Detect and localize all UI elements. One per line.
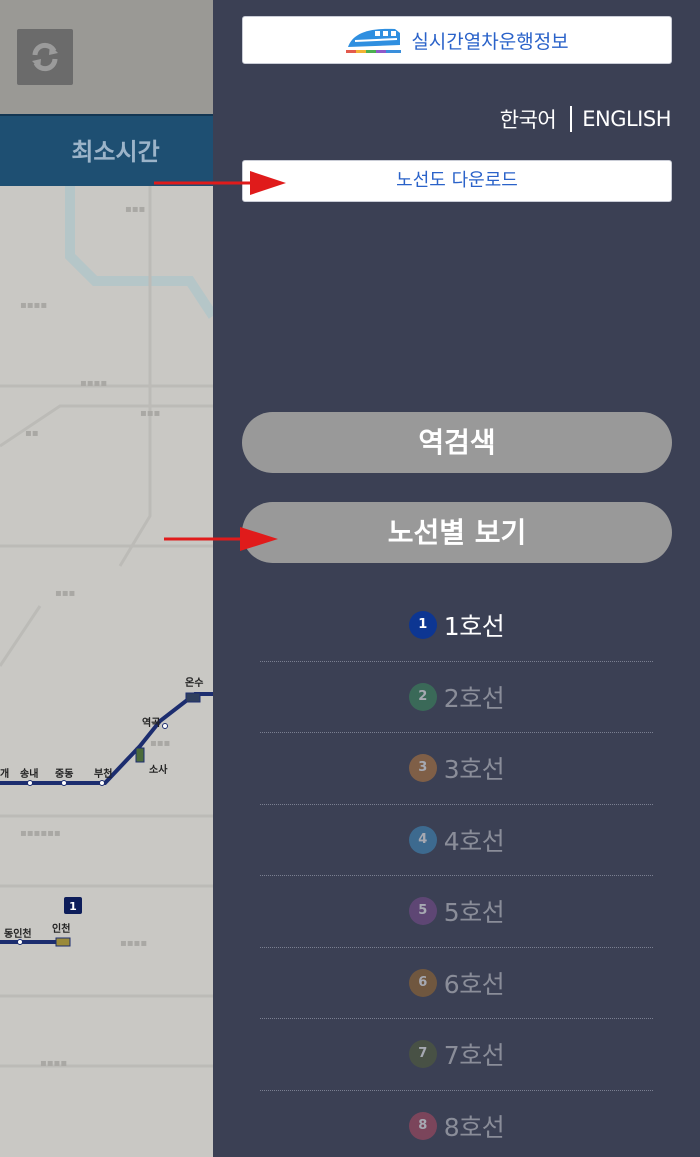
language-switcher: 한국어 ENGLISH [500,104,671,134]
line-item-8[interactable]: 8 8호선 [260,1091,653,1157]
line-label: 1호선 [443,612,505,642]
line-badge: 1 [408,611,437,640]
line-badge: 5 [408,897,437,926]
line-list: 1 1호선 2 2호선 3 3호선 4 4호선 5 5호선 6 6호선 7 7호… [260,590,653,1157]
line-badge: 2 [408,682,437,711]
line-label: 4호선 [443,826,505,856]
line-item-2[interactable]: 2 2호선 [260,662,653,733]
line-label: 5호선 [443,898,505,928]
annotation-arrow-download [154,171,286,195]
line-item-3[interactable]: 3 3호선 [260,733,653,805]
line-label: 8호선 [443,1113,505,1143]
refresh-button[interactable] [17,29,73,85]
svg-text:▪▪▪: ▪▪▪ [140,408,160,419]
line-item-4[interactable]: 4 4호선 [260,805,653,876]
line-item-1[interactable]: 1 1호선 [260,590,653,662]
annotation-arrow-line-view [164,527,278,551]
line-badge: 6 [408,968,437,997]
train-icon [346,28,402,53]
line-item-6[interactable]: 6 6호선 [260,948,653,1019]
route-map-download-button[interactable]: 노선도 다운로드 [242,160,672,202]
subway-map[interactable]: ▪▪▪ ▪▪▪▪ ▪▪▪▪ ▪▪ ▪▪▪ ▪▪▪ ▪▪▪ ▪▪▪▪▪▪ ▪▪▪▪… [0,186,213,1157]
line-label: 7호선 [443,1041,505,1071]
view-by-line-button[interactable]: 노선별 보기 [242,502,672,563]
station-onsu[interactable]: 온수 [185,677,203,689]
station-dongincheon[interactable]: 동인천 [4,927,32,940]
svg-text:▪▪▪▪: ▪▪▪▪ [120,938,147,949]
line-badge: 4 [408,825,437,854]
line-label: 3호선 [443,755,505,785]
line-item-5[interactable]: 5 5호선 [260,876,653,948]
lang-english-link[interactable]: ENGLISH [582,107,671,131]
station-jungdong[interactable]: 중동 [55,768,73,780]
lang-korean-link[interactable]: 한국어 [500,104,557,134]
svg-text:▪▪▪: ▪▪▪ [150,738,170,749]
station-incheon[interactable]: 인천 [52,922,70,935]
line-badge: 3 [408,754,437,783]
realtime-train-info-label: 실시간열차운행정보 [411,30,569,53]
station-yeokgok[interactable]: 역곡 [142,716,160,729]
refresh-icon [32,42,58,72]
line-badge: 8 [408,1112,437,1141]
station-search-button[interactable]: 역검색 [242,412,672,473]
line-item-7[interactable]: 7 7호선 [260,1019,653,1091]
svg-text:▪▪▪▪: ▪▪▪▪ [80,378,107,389]
svg-text:▪▪▪▪▪▪: ▪▪▪▪▪▪ [20,828,61,839]
lang-divider [570,106,573,132]
svg-text:▪▪▪▪: ▪▪▪▪ [40,1058,67,1069]
station-sosa[interactable]: 소사 [149,763,168,776]
station-bucheon[interactable]: 부천 [94,767,112,780]
station-songnae[interactable]: 송내 [20,767,38,780]
line-badge: 7 [408,1040,437,1069]
line-label: 2호선 [443,683,505,713]
line1-marker: 1 [69,900,77,913]
svg-text:▪▪▪: ▪▪▪ [125,204,145,215]
realtime-train-info-button[interactable]: 실시간열차운행정보 [242,16,672,64]
svg-text:▪▪▪▪: ▪▪▪▪ [20,300,47,311]
station-gae[interactable]: 개 [0,767,9,780]
svg-text:▪▪: ▪▪ [25,428,39,439]
svg-text:▪▪▪: ▪▪▪ [55,588,75,599]
line-label: 6호선 [443,969,505,999]
